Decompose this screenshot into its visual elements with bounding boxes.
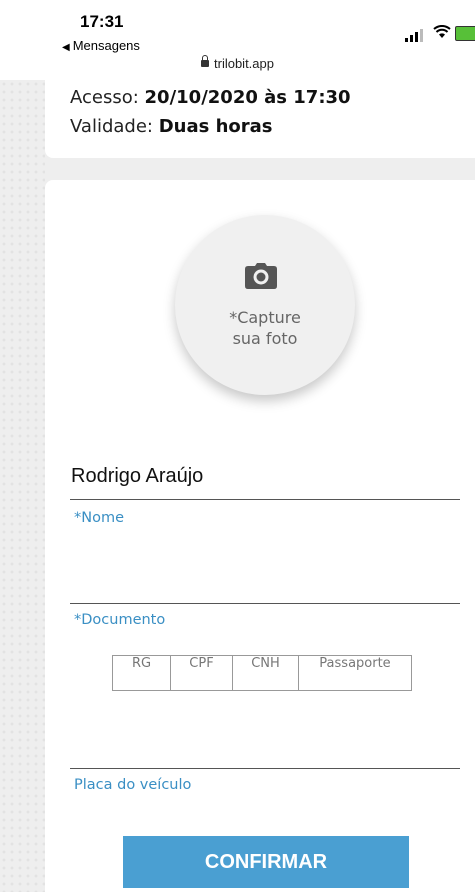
battery-icon [455,26,475,41]
document-underline [70,603,460,604]
doc-type-cnh[interactable]: CNH [233,656,299,690]
back-label: Mensagens [72,38,140,53]
dotted-pattern [0,80,45,892]
address-bar[interactable]: trilobit.app [0,55,475,71]
access-line: Acesso: 20/10/2020 às 17:30 [70,87,351,108]
validity-label: Validade: [70,116,159,137]
signal-icon [405,38,408,42]
doc-type-passaporte[interactable]: Passaporte [299,656,411,690]
url-text: trilobit.app [214,56,274,71]
access-value: 20/10/2020 às 17:30 [144,87,351,108]
form-card: *Capture sua foto Rodrigo Araújo *Nome *… [45,180,475,892]
plate-label: Placa do veículo [74,777,192,793]
status-time: 17:31 [80,12,124,31]
signal-icon [420,29,423,42]
signal-icon [410,35,413,42]
validity-line: Validade: Duas horas [70,116,273,137]
lock-icon [201,55,209,68]
plate-underline [70,768,460,769]
name-underline [70,499,460,500]
capture-photo-label: *Capture sua foto [229,308,301,348]
doc-type-cpf[interactable]: CPF [171,656,233,690]
confirm-button[interactable]: CONFIRMAR [123,836,409,888]
validity-value: Duas horas [158,116,273,137]
access-info-card: Acesso: 20/10/2020 às 17:30 Validade: Du… [45,80,475,158]
access-label: Acesso: [70,87,145,108]
document-label: *Documento [74,612,166,628]
signal-icon [415,32,418,42]
back-to-app-link[interactable]: ◀ Mensagens [62,38,140,53]
document-type-selector: RG CPF CNH Passaporte [112,655,412,691]
name-label: *Nome [74,510,125,526]
wifi-icon [433,24,451,43]
status-bar: 17:31 ◀ Mensagens trilobit.app [0,0,475,80]
back-arrow-icon: ◀ [62,42,70,53]
system-icons [405,24,475,43]
name-input[interactable]: Rodrigo Araújo [71,465,203,488]
camera-icon [245,263,277,289]
capture-photo-button[interactable]: *Capture sua foto [175,215,355,395]
doc-type-rg[interactable]: RG [113,656,171,690]
